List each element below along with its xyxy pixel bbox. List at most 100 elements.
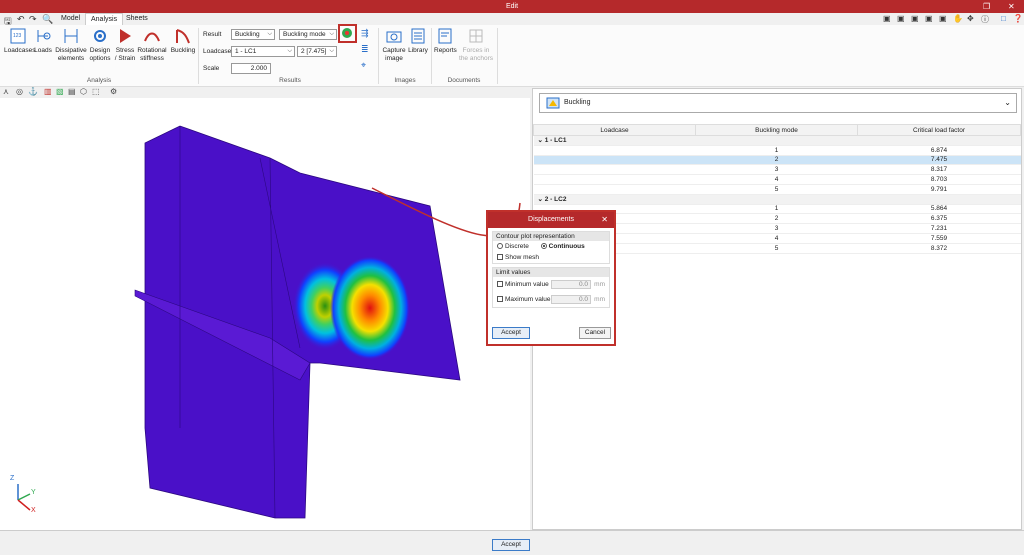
capture-image-button[interactable]: Capture image: [382, 27, 406, 63]
layers-icon[interactable]: ⬚: [92, 87, 100, 96]
factor-cell: 6.874: [857, 145, 1021, 156]
min-value-field[interactable]: 0.0: [551, 280, 591, 289]
mode-cell: 4: [695, 233, 858, 244]
reports-button[interactable]: Reports: [434, 27, 457, 55]
table-row-selected[interactable]: 2 7.475: [533, 155, 1021, 166]
dissipative-elements-button[interactable]: Dissipative elements: [54, 27, 88, 63]
group-row[interactable]: ⌄ 1 - LC1: [533, 135, 1021, 146]
stiffness-icon: [144, 32, 160, 42]
bolt-icon[interactable]: ▤: [68, 87, 76, 96]
mode-cell: 2: [695, 213, 858, 225]
design-options-button[interactable]: Design options: [88, 27, 112, 63]
anchor-icon[interactable]: ⚓: [28, 87, 38, 96]
discrete-radio[interactable]: Discrete: [497, 243, 529, 250]
zoom-icon[interactable]: 🔍: [42, 14, 53, 25]
loadcase-select[interactable]: 1 - LC1 ⌵: [231, 46, 295, 57]
factor-cell: 7.475: [857, 155, 1021, 166]
window-icon[interactable]: □: [1001, 14, 1006, 23]
accept-button[interactable]: Accept: [492, 539, 530, 551]
rotational-stiffness-button[interactable]: Rotational stiffness: [136, 27, 168, 63]
chevron-down-icon: ⌄: [1004, 98, 1011, 107]
show-mesh-checkbox[interactable]: Show mesh: [493, 252, 609, 263]
mode-cell: 4: [695, 174, 858, 185]
view-icon-5[interactable]: ▣: [939, 14, 947, 23]
mode-select[interactable]: 2 [7.475] ⌵: [297, 46, 337, 57]
result-select[interactable]: Buckling ⌵: [231, 29, 275, 40]
loadcases-button[interactable]: 123 Loadcases: [4, 27, 35, 55]
help-icon[interactable]: ❓: [1013, 14, 1023, 23]
pan-icon[interactable]: ✋: [953, 14, 963, 23]
3d-viewport[interactable]: Z Y X: [0, 98, 530, 530]
view-icon-4[interactable]: ▣: [925, 14, 933, 23]
restore-icon[interactable]: ❐: [983, 0, 990, 13]
view-icon-3[interactable]: ▣: [911, 14, 919, 23]
continuous-radio[interactable]: Continuous: [540, 243, 585, 250]
factor-cell: 7.231: [857, 223, 1021, 234]
close-icon[interactable]: ✕: [1008, 0, 1015, 13]
equal-icon[interactable]: ≣: [361, 44, 369, 55]
view-toolbar: ⋏ ◎ ⚓ ▥ ▧ ▤ ⬡ ⬚ ⚙: [0, 87, 530, 98]
table-row[interactable]: 1 6.874: [533, 145, 1021, 156]
discrete-label: Discrete: [505, 243, 529, 250]
separator: [198, 28, 199, 84]
checkbox-icon[interactable]: [497, 281, 503, 288]
redo-icon[interactable]: ↷: [29, 14, 37, 25]
loads-icon: [37, 30, 51, 42]
group-name: 2 - LC2: [544, 196, 567, 204]
scale-input[interactable]: 2.000: [231, 63, 271, 74]
move-icon[interactable]: ✥: [967, 14, 974, 23]
tab-model[interactable]: Model: [56, 13, 85, 25]
tab-analysis[interactable]: Analysis: [85, 13, 124, 25]
settings-icon[interactable]: ⚙: [110, 87, 117, 96]
deformed-icon[interactable]: ⇶: [361, 28, 369, 39]
separator: [378, 28, 379, 84]
min-unit: mm: [594, 281, 605, 288]
axes-icon[interactable]: ⋏: [3, 87, 9, 96]
dialog-cancel-button[interactable]: Cancel: [579, 327, 611, 339]
axis-triad: [17, 484, 31, 511]
close-icon[interactable]: ✕: [601, 212, 608, 228]
dialog-accept-button[interactable]: Accept: [492, 327, 530, 339]
mode-cell: 3: [695, 223, 858, 234]
limit-section-title: Limit values: [493, 268, 609, 277]
scale-label: Scale: [203, 65, 220, 72]
documents-group-label: Documents: [447, 77, 481, 84]
axis-icon[interactable]: ⌖: [361, 60, 366, 71]
loads-button[interactable]: Loads: [34, 27, 52, 55]
design-options-label: Design options: [89, 47, 111, 62]
tab-sheets[interactable]: Sheets: [121, 13, 153, 25]
max-value-row[interactable]: Maximum value 0.0 mm: [493, 292, 609, 307]
group-row[interactable]: ⌄ 2 - LC2: [533, 194, 1021, 205]
factor-cell: 8.703: [857, 174, 1021, 185]
undo-icon[interactable]: ↶: [17, 14, 25, 25]
stress-strain-button[interactable]: Stress / Strain: [114, 27, 136, 63]
capture-image-label: Capture image: [382, 47, 406, 62]
orbit-icon[interactable]: ◎: [16, 87, 23, 96]
mode-cell: 2: [695, 155, 858, 166]
table-row[interactable]: 3 8.317: [533, 164, 1021, 176]
forces-anchors-button[interactable]: Forces in the anchors: [458, 27, 494, 63]
plate-icon[interactable]: ▥: [44, 87, 52, 96]
mode-cell: 5: [695, 243, 858, 254]
min-value-row[interactable]: Minimum value 0.0 mm: [493, 277, 609, 292]
view-icon-2[interactable]: ▣: [897, 14, 905, 23]
result-sub-select[interactable]: Buckling mode ⌵: [279, 29, 337, 40]
result-type-select[interactable]: Buckling ⌄: [539, 93, 1017, 113]
contour-section: Contour plot representation Discrete Con…: [492, 231, 610, 264]
loads-label: Loads: [34, 47, 52, 54]
table-row[interactable]: 4 8.703: [533, 174, 1021, 185]
chevron-down-icon: ⌄: [537, 137, 543, 145]
max-value-field[interactable]: 0.0: [551, 295, 591, 304]
checkbox-icon[interactable]: [497, 296, 503, 303]
mode-cell: 3: [695, 164, 858, 176]
buckling-button[interactable]: Buckling: [170, 27, 196, 55]
x-axis-label: X: [31, 507, 36, 514]
library-button[interactable]: Library: [407, 27, 429, 55]
table-row[interactable]: 5 9.791: [533, 184, 1021, 195]
info-icon[interactable]: ⓘ: [981, 14, 989, 25]
cube-icon[interactable]: ⬡: [80, 87, 87, 96]
anchor-grid-icon: [469, 29, 483, 43]
result-label: Result: [203, 31, 222, 38]
weld-icon[interactable]: ▧: [56, 87, 64, 96]
view-icon-1[interactable]: ▣: [883, 14, 891, 23]
